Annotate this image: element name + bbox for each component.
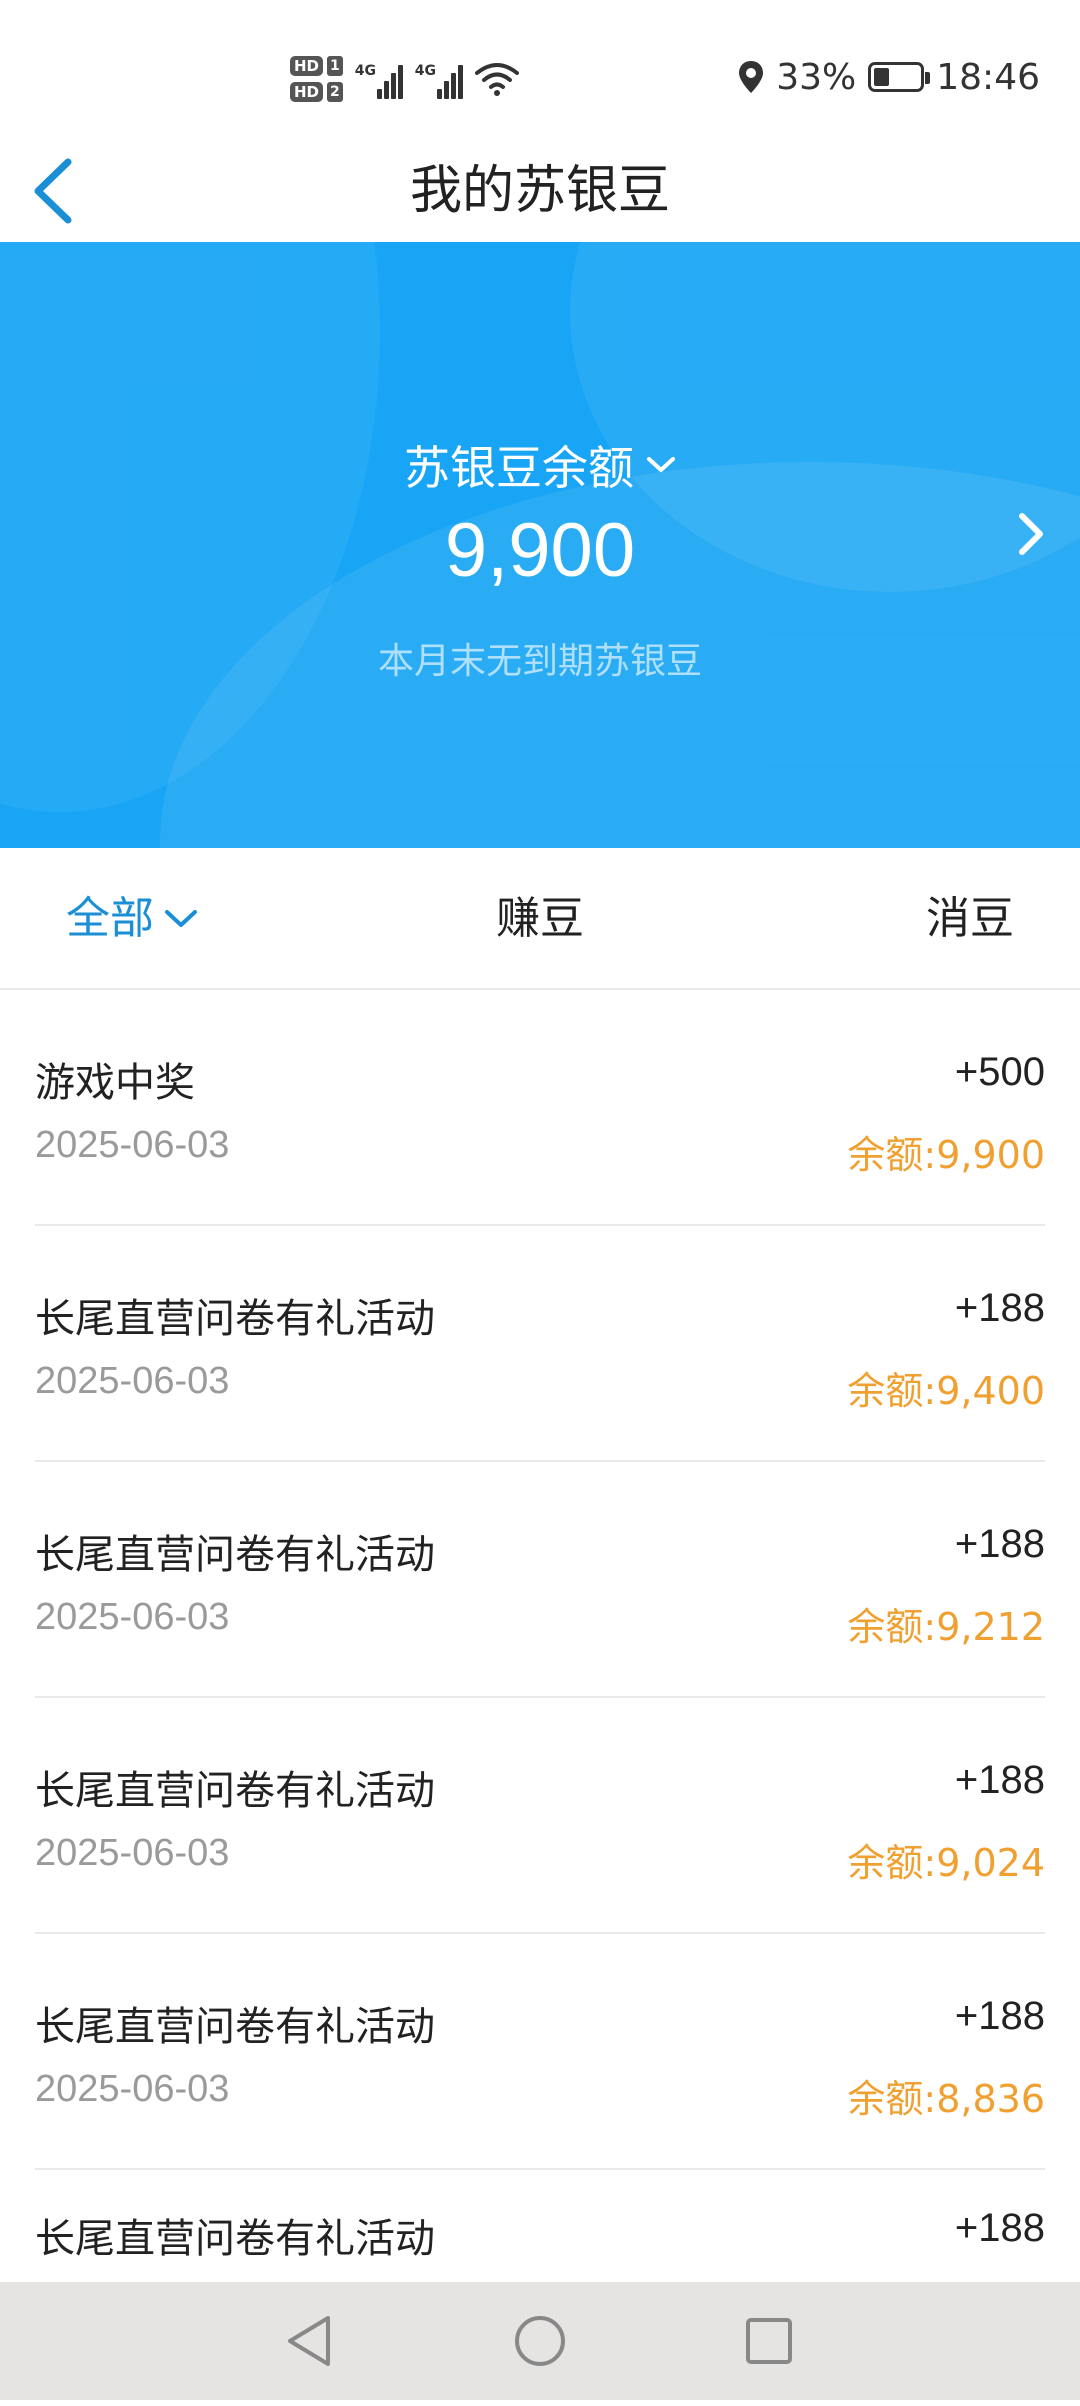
item-date: 2025-06-03 [35, 1124, 230, 1166]
status-bar: HD 1 HD 2 4G 4G 33% 18:46 [0, 0, 1080, 150]
back-button[interactable] [20, 140, 120, 242]
item-balance: 余额:9,024 [847, 1841, 1045, 1885]
balance-banner: 苏银豆余额 9,900 本月末无到期苏银豆 [0, 242, 1080, 848]
item-date: 2025-06-03 [35, 1596, 230, 1638]
banner-detail-button[interactable] [1000, 504, 1060, 564]
chevron-right-icon [1019, 513, 1043, 555]
tab-earn[interactable]: 赚豆 [470, 848, 610, 990]
triangle-back-icon [288, 2316, 330, 2366]
item-balance: 余额:9,900 [847, 1133, 1045, 1177]
item-title: 长尾直营问卷有礼活动 [35, 1768, 435, 1814]
sim2-num: 2 [327, 82, 343, 102]
item-amount: +188 [954, 1522, 1045, 1566]
clock: 18:46 [936, 56, 1040, 98]
item-date: 2025-06-03 [35, 2068, 230, 2110]
circle-home-icon [515, 2316, 565, 2366]
item-balance: 余额:9,400 [847, 1369, 1045, 1413]
list-item[interactable]: 长尾直营问卷有礼活动 +188 2025-06-03 余额:9,024 [35, 1698, 1045, 1934]
item-title: 长尾直营问卷有礼活动 [35, 2004, 435, 2050]
balance-label-dropdown[interactable]: 苏银豆余额 [0, 432, 1080, 498]
list-item[interactable]: 长尾直营问卷有礼活动 +188 2025-06-03 余额:9,400 [35, 1226, 1045, 1462]
item-balance: 余额:9,212 [847, 1605, 1045, 1649]
battery-percent: 33% [776, 56, 857, 98]
location-icon [739, 61, 764, 93]
list-item[interactable]: 长尾直营问卷有礼活动 +188 2025-06-03 余额:8,836 [35, 1934, 1045, 2170]
signal-icon-1: 4G [355, 59, 403, 99]
page-title: 我的苏银豆 [409, 161, 670, 221]
status-right: 33% 18:46 [738, 52, 1040, 102]
item-title: 长尾直营问卷有礼活动 [35, 1532, 435, 1578]
tab-spend[interactable]: 消豆 [926, 848, 1014, 990]
balance-label: 苏银豆余额 [404, 441, 634, 495]
transaction-list: 游戏中奖 +500 2025-06-03 余额:9,900 长尾直营问卷有礼活动… [0, 990, 1080, 2406]
wifi-icon [474, 63, 519, 96]
item-amount: +500 [954, 1050, 1045, 1094]
expire-note: 本月末无到期苏银豆 [377, 641, 702, 682]
item-title: 长尾直营问卷有礼活动 [35, 2216, 435, 2262]
sim1-badge: HD 1 [290, 56, 343, 76]
item-date: 2025-06-03 [35, 1360, 230, 1402]
chevron-down-icon [165, 910, 197, 927]
item-amount: +188 [954, 1286, 1045, 1330]
sim1-num: 1 [327, 56, 343, 76]
sim2-hd: HD [290, 82, 324, 102]
sim-indicators: HD 1 HD 2 [290, 56, 343, 102]
item-amount: +188 [954, 2206, 1045, 2250]
app-header: 我的苏银豆 [0, 140, 1080, 242]
nav-recents-button[interactable] [734, 2306, 804, 2376]
list-item[interactable]: 游戏中奖 +500 2025-06-03 余额:9,900 [35, 990, 1045, 1226]
tab-all-label: 全部 [66, 893, 154, 944]
item-title: 长尾直营问卷有礼活动 [35, 1296, 435, 1342]
network-type-2: 4G [414, 63, 436, 79]
list-item[interactable]: 长尾直营问卷有礼活动 +188 2025-06-03 余额:9,212 [35, 1462, 1045, 1698]
item-amount: +188 [954, 1758, 1045, 1802]
system-nav-bar [0, 2282, 1080, 2400]
chevron-down-icon [647, 457, 675, 472]
battery-icon [868, 62, 931, 92]
item-balance: 余额:8,836 [847, 2077, 1045, 2121]
balance-value: 9,900 [444, 508, 636, 593]
filter-tabs: 全部 赚豆 消豆 [0, 848, 1080, 990]
item-date: 2025-06-03 [35, 1832, 230, 1874]
sim1-hd: HD [290, 56, 324, 76]
sim2-badge: HD 2 [290, 82, 343, 102]
tab-all[interactable]: 全部 [66, 848, 198, 990]
item-title: 游戏中奖 [35, 1060, 195, 1106]
chevron-left-icon [34, 158, 72, 224]
status-left: HD 1 HD 2 4G 4G [290, 44, 519, 114]
item-amount: +188 [954, 1994, 1045, 2038]
nav-home-button[interactable] [505, 2306, 575, 2376]
signal-icon-2: 4G [415, 59, 463, 99]
square-recents-icon [746, 2318, 792, 2364]
network-type-1: 4G [354, 63, 376, 79]
nav-back-button[interactable] [274, 2306, 344, 2376]
